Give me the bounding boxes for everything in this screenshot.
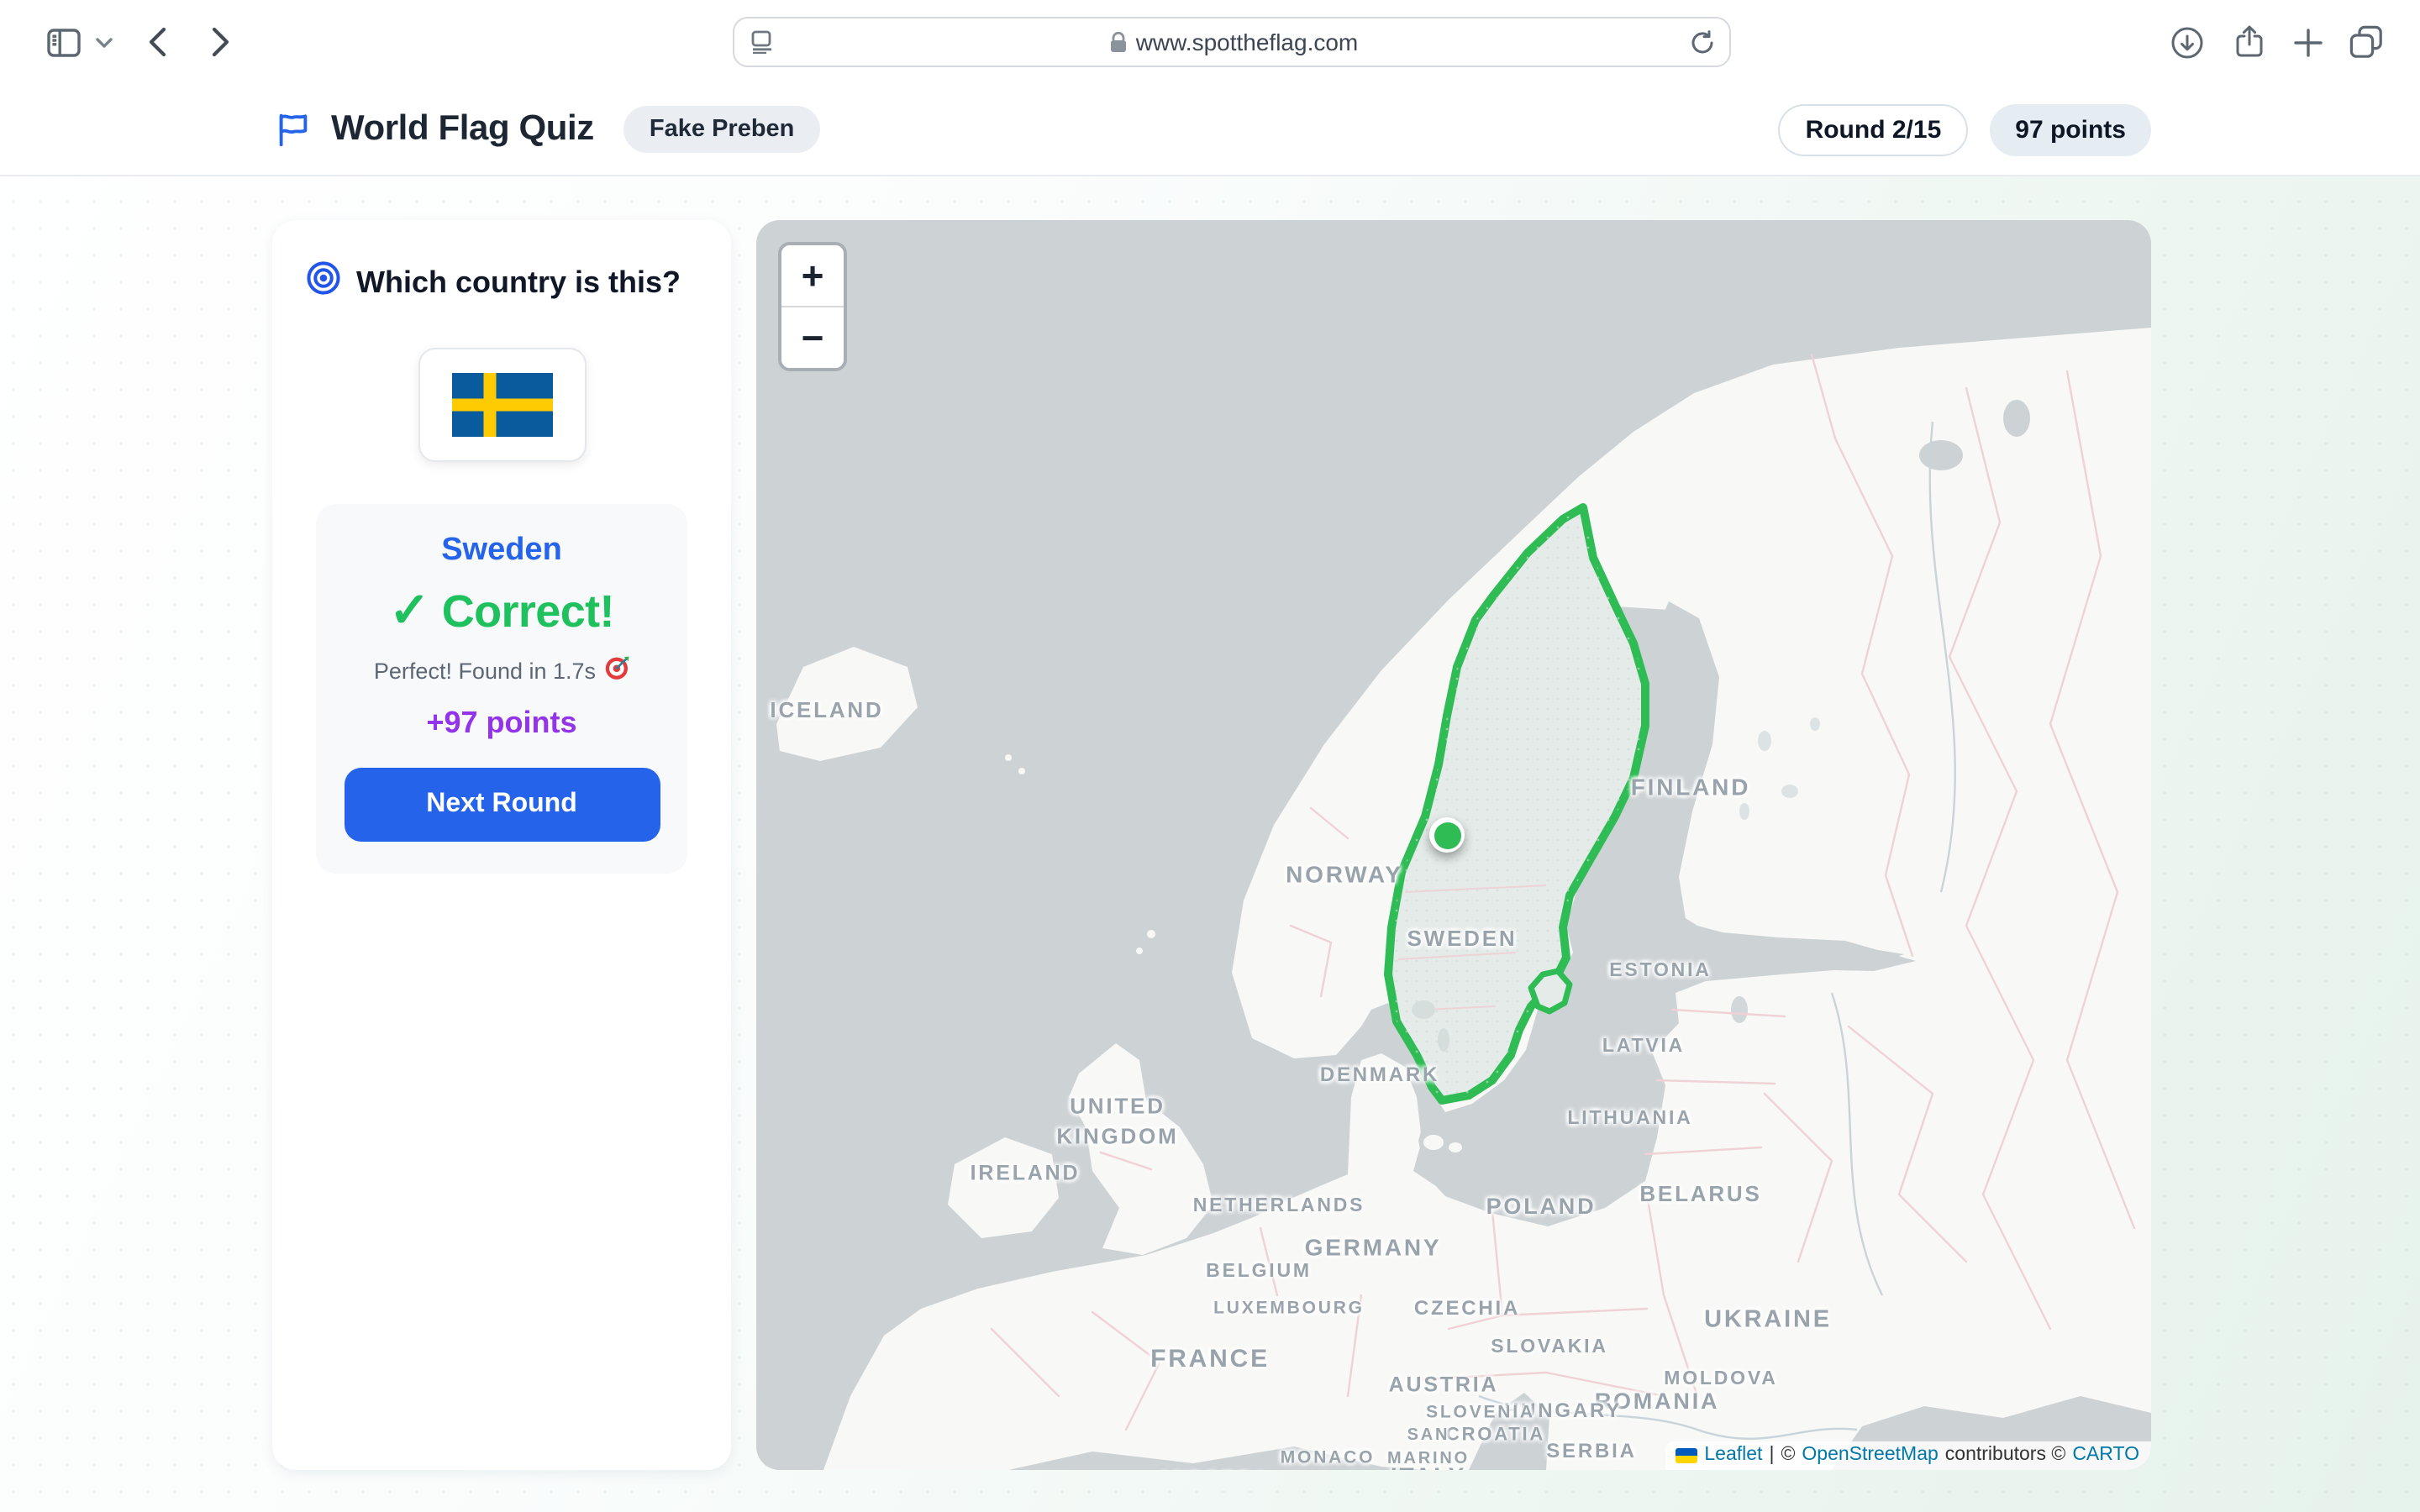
share-button[interactable] bbox=[2227, 0, 2270, 84]
gotland-outline bbox=[1531, 971, 1570, 1011]
map-container[interactable]: ICELANDNORWAYSWEDENFINLANDESTONIALATVIAL… bbox=[756, 220, 2151, 1470]
carto-link[interactable]: CARTO bbox=[2072, 1445, 2139, 1465]
leaflet-link[interactable]: Leaflet bbox=[1704, 1445, 1762, 1465]
result-card: Sweden ✓ Correct! Perfect! Found in 1.7s… bbox=[316, 504, 687, 874]
url-bar[interactable]: www.spottheflag.com bbox=[733, 17, 1731, 67]
osm-link[interactable]: OpenStreetMap bbox=[1802, 1445, 1938, 1465]
zoom-in-button[interactable]: + bbox=[781, 245, 844, 306]
flag-card bbox=[418, 348, 586, 462]
forward-button[interactable] bbox=[198, 0, 242, 84]
correct-label: Correct! bbox=[442, 586, 614, 638]
lock-icon bbox=[1109, 31, 1128, 53]
quiz-panel: Which country is this? Sweden ✓ Correct!… bbox=[272, 220, 731, 1470]
new-tab-button[interactable] bbox=[2286, 0, 2329, 84]
attribution-separator: | bbox=[1769, 1445, 1774, 1465]
tab-overview-button[interactable] bbox=[2343, 0, 2390, 84]
target-icon bbox=[306, 260, 341, 304]
flag-logo-icon bbox=[274, 109, 313, 150]
player-badge: Fake Preben bbox=[624, 106, 820, 153]
check-icon: ✓ bbox=[389, 588, 430, 637]
sweden-flag-image bbox=[451, 373, 552, 437]
sidebar-toggle-button[interactable] bbox=[40, 0, 87, 84]
reader-view-icon[interactable] bbox=[751, 30, 776, 54]
zoom-out-button[interactable]: − bbox=[781, 306, 844, 368]
map-zoom-control: + − bbox=[778, 242, 847, 371]
contributors-text: contributors © bbox=[1945, 1445, 2066, 1465]
sidebar-chevron-down-icon[interactable] bbox=[91, 0, 118, 84]
downloads-button[interactable] bbox=[2165, 0, 2208, 84]
page-title: World Flag Quiz bbox=[331, 109, 594, 150]
result-detail: Perfect! Found in 1.7s bbox=[374, 658, 596, 683]
page-header: World Flag Quiz Fake Preben Round 2/15 9… bbox=[0, 84, 2420, 176]
app-window: www.spottheflag.com bbox=[0, 0, 2420, 1512]
round-indicator: Round 2/15 bbox=[1779, 103, 1969, 155]
answer-country: Sweden bbox=[336, 533, 667, 570]
ukraine-flag-icon bbox=[1676, 1447, 1697, 1462]
guess-marker bbox=[1429, 817, 1465, 853]
dart-target-icon bbox=[604, 655, 629, 685]
refresh-icon[interactable] bbox=[1691, 29, 1714, 55]
back-button[interactable] bbox=[134, 0, 178, 84]
points-awarded: +97 points bbox=[336, 706, 667, 741]
copyright-symbol: © bbox=[1781, 1445, 1795, 1465]
url-text: www.spottheflag.com bbox=[1136, 29, 1359, 55]
next-round-button[interactable]: Next Round bbox=[344, 768, 660, 842]
map-attribution: Leaflet | © OpenStreetMap contributors ©… bbox=[1665, 1441, 2151, 1470]
question-text: Which country is this? bbox=[356, 265, 681, 300]
browser-toolbar: www.spottheflag.com bbox=[0, 0, 2420, 86]
points-indicator: 97 points bbox=[1990, 103, 2151, 155]
